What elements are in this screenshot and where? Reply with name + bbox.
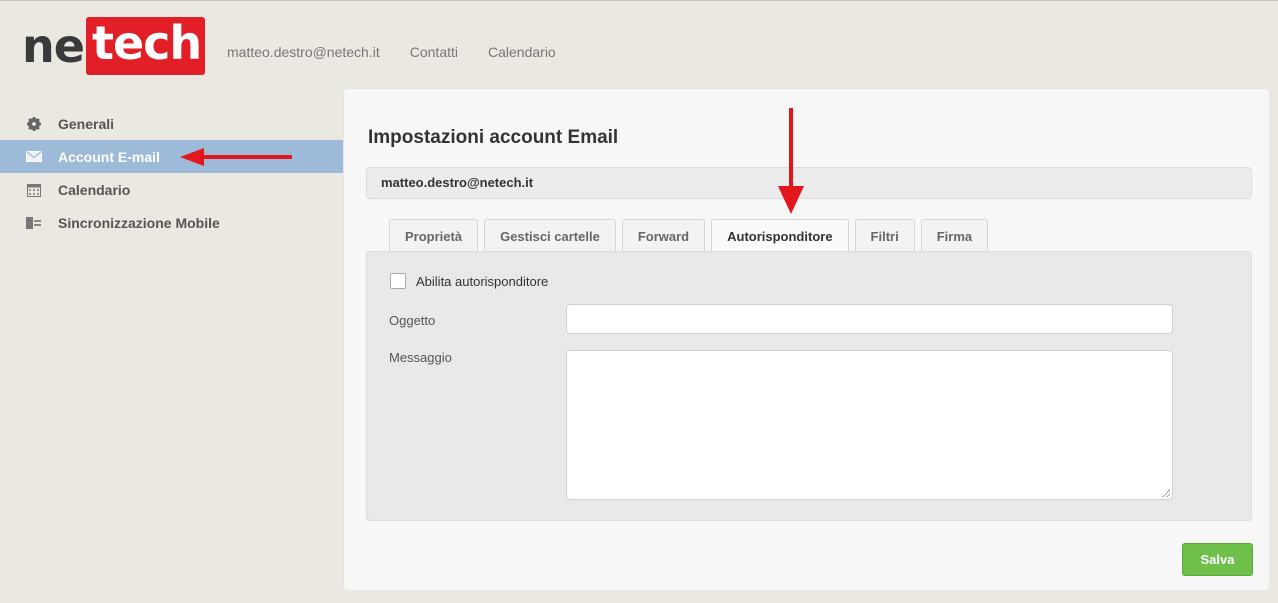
save-button[interactable]: Salva [1182, 543, 1253, 576]
netech-logo[interactable]: ne tech [22, 17, 206, 75]
message-text [567, 351, 1172, 363]
sidebar-item-sincronizzazione-mobile[interactable]: Sincronizzazione Mobile [0, 206, 343, 239]
autorisponditore-form: Abilita autorisponditore Oggetto Messagg… [366, 251, 1252, 521]
sidebar-item-label: Account E-mail [58, 148, 160, 165]
tab-forward[interactable]: Forward [621, 219, 706, 252]
tab-firma[interactable]: Firma [920, 219, 989, 252]
sidebar-item-label: Generali [58, 115, 115, 132]
nav-contatti[interactable]: Contatti [410, 44, 458, 60]
account-address-bar: matteo.destro@netech.it [366, 167, 1252, 199]
calendar-icon [26, 183, 42, 197]
settings-tabs: Proprietà Gestisci cartelle Forward Auto… [389, 219, 994, 252]
envelope-icon [26, 150, 42, 164]
tab-proprieta[interactable]: Proprietà [389, 219, 479, 252]
gear-icon [26, 116, 42, 131]
sidebar: Generali Account E-mail Calendario Sincr… [0, 107, 343, 239]
tab-gestisci-cartelle[interactable]: Gestisci cartelle [484, 219, 616, 252]
annotation-arrow-down-icon [778, 108, 804, 214]
message-textarea[interactable] [566, 350, 1173, 500]
enable-autoresponder-label: Abilita autorisponditore [416, 273, 549, 289]
sidebar-item-label: Calendario [58, 181, 131, 198]
sidebar-item-generali[interactable]: Generali [0, 107, 343, 140]
subject-label: Oggetto [389, 313, 436, 328]
tab-filtri[interactable]: Filtri [854, 219, 915, 252]
annotation-arrow-left-icon [180, 148, 292, 166]
enable-autoresponder-checkbox[interactable] [390, 273, 406, 289]
page-title: Impostazioni account Email [368, 127, 619, 148]
sidebar-item-calendario[interactable]: Calendario [0, 173, 343, 206]
logo-ne-text: ne [22, 19, 85, 73]
top-nav: matteo.destro@netech.it Contatti Calenda… [227, 44, 586, 60]
message-label: Messaggio [389, 350, 452, 365]
subject-input[interactable] [566, 304, 1173, 334]
top-header: ne tech matteo.destro@netech.it Contatti… [0, 1, 1278, 89]
nav-calendario[interactable]: Calendario [488, 44, 556, 60]
sidebar-item-label: Sincronizzazione Mobile [58, 214, 220, 231]
enable-autoresponder-row: Abilita autorisponditore [390, 273, 548, 289]
mobile-sync-icon [26, 216, 42, 230]
logo-tech-text: tech [85, 17, 206, 75]
nav-account-email[interactable]: matteo.destro@netech.it [227, 44, 380, 60]
resize-handle-icon[interactable] [1162, 489, 1170, 497]
tab-autorisponditore[interactable]: Autorisponditore [711, 219, 849, 252]
